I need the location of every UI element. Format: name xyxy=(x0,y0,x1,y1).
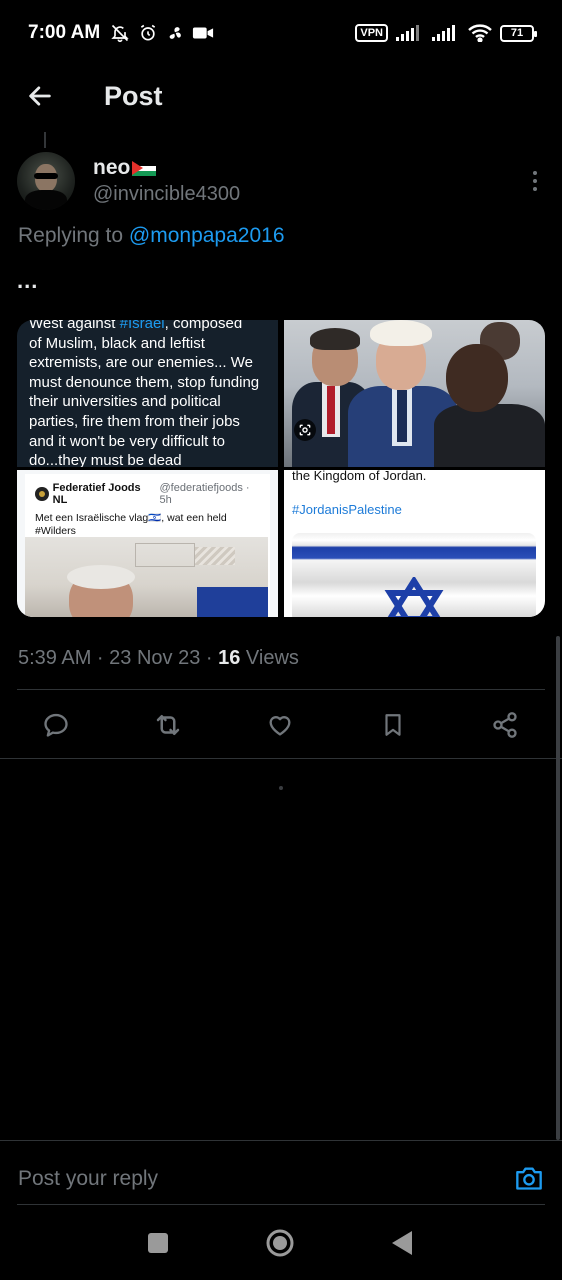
alarm-icon xyxy=(141,24,156,41)
recents-button[interactable] xyxy=(143,1228,173,1258)
reply-composer-bar: Post your reply xyxy=(0,1140,562,1206)
back-button[interactable] xyxy=(20,76,60,116)
arrow-left-icon xyxy=(29,86,51,106)
video-camera-icon xyxy=(193,27,214,39)
battery-indicator: 71 xyxy=(500,24,537,42)
views-label: Views xyxy=(240,647,299,669)
divider xyxy=(0,758,562,759)
fan-icon xyxy=(169,27,182,39)
replying-to-mention[interactable]: @monpapa2016 xyxy=(129,224,285,247)
bookmark-button[interactable] xyxy=(376,708,410,742)
mute-bell-icon xyxy=(111,24,129,43)
scrollbar[interactable] xyxy=(556,636,560,1140)
author-handle[interactable]: @invincible4300 xyxy=(93,183,240,206)
reply-button[interactable] xyxy=(39,708,73,742)
image1-text: West against #Israel, composed of Muslim… xyxy=(29,320,266,467)
post-actions xyxy=(0,700,562,750)
thread-connector-line xyxy=(44,132,46,148)
more-options-button[interactable] xyxy=(525,166,545,196)
wifi-icon xyxy=(468,24,492,42)
camera-icon xyxy=(516,1167,542,1190)
square-icon xyxy=(148,1233,168,1253)
federatief-logo xyxy=(35,487,49,501)
repost-button[interactable] xyxy=(151,708,185,742)
reply-input[interactable]: Post your reply xyxy=(18,1167,158,1191)
signal-icon-2 xyxy=(432,25,455,41)
post-meta: 5:39 AM · 23 Nov 23 · 16 Views xyxy=(18,647,299,670)
palestine-flag-emoji xyxy=(132,160,157,176)
lens-icon xyxy=(299,424,311,436)
star-of-david-icon xyxy=(384,577,444,617)
loading-indicator xyxy=(279,786,283,790)
image-search-badge[interactable] xyxy=(294,419,316,441)
replying-prefix: Replying to xyxy=(18,224,124,247)
top-app-bar: Post xyxy=(0,70,562,122)
vpn-badge: VPN xyxy=(355,24,388,42)
page-title: Post xyxy=(104,80,163,111)
replying-to-line: Replying to @monpapa2016 xyxy=(18,224,285,248)
author-name[interactable]: neo xyxy=(93,156,130,180)
post-text: ... xyxy=(17,268,39,293)
heart-icon xyxy=(269,716,291,736)
avatar[interactable] xyxy=(17,152,75,210)
israel-flag-image xyxy=(292,533,536,617)
home-button[interactable] xyxy=(265,1228,295,1258)
like-button[interactable] xyxy=(263,708,297,742)
share-button[interactable] xyxy=(488,708,522,742)
media-grid: West against #Israel, composed of Muslim… xyxy=(17,320,545,617)
post-timestamp: 5:39 AM · 23 Nov 23 · xyxy=(18,647,219,669)
back-nav-button[interactable] xyxy=(387,1228,417,1258)
camera-button[interactable] xyxy=(514,1163,544,1193)
comment-icon xyxy=(44,713,68,737)
status-bar: 7:00 AM VPN 71 xyxy=(0,0,562,66)
bookmark-icon xyxy=(385,714,401,736)
share-icon xyxy=(493,712,517,738)
circle-home-icon xyxy=(266,1229,294,1257)
media-image-1[interactable]: West against #Israel, composed of Muslim… xyxy=(17,320,278,467)
media-image-3[interactable]: Federatief Joods NL @federatiefjoods · 5… xyxy=(17,470,278,617)
post-author-row: neo @invincible4300 xyxy=(17,150,545,212)
divider xyxy=(17,689,545,690)
repost-icon xyxy=(156,715,180,735)
more-vertical-icon xyxy=(533,171,537,175)
signal-icon xyxy=(396,25,419,41)
triangle-back-icon xyxy=(392,1231,412,1255)
system-navigation-bar xyxy=(0,1206,562,1280)
media-image-4[interactable]: the Kingdom of Jordan. #JordanisPalestin… xyxy=(284,470,545,617)
image1-body: of Muslim, black and leftist extremists,… xyxy=(29,334,260,467)
status-time: 7:00 AM xyxy=(28,22,101,43)
views-count: 16 xyxy=(218,647,241,669)
author-name-row[interactable]: neo xyxy=(93,156,240,180)
media-image-2[interactable] xyxy=(284,320,545,467)
